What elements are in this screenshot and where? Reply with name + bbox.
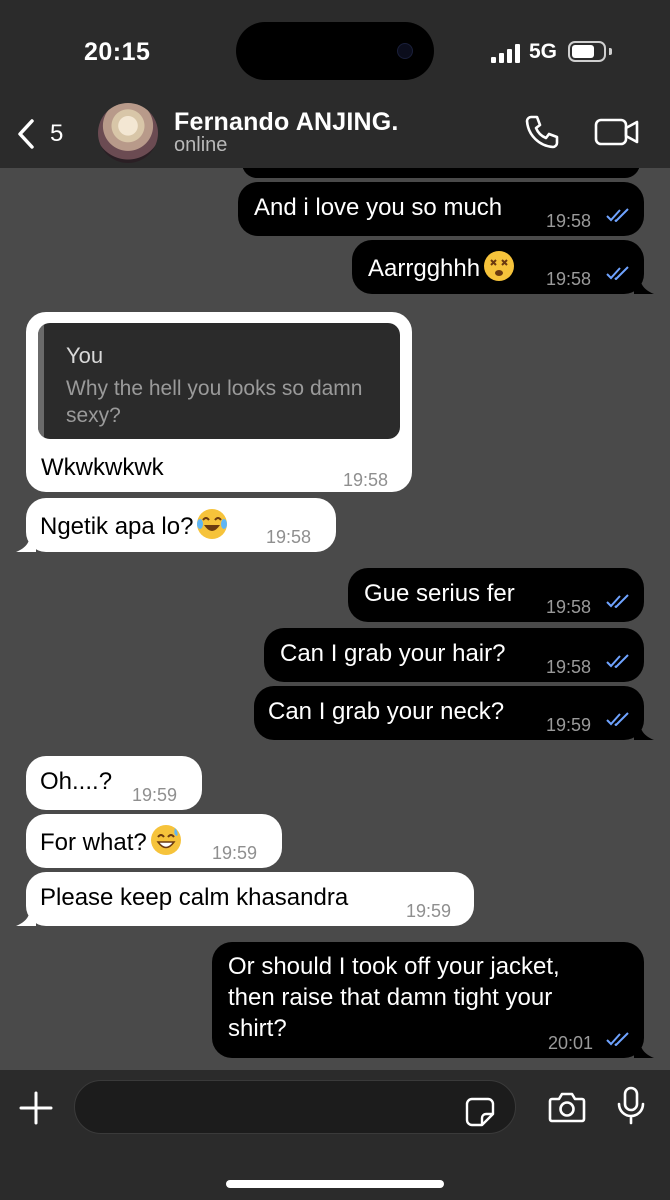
back-button[interactable]: 5 — [12, 114, 72, 154]
read-receipt-icon — [606, 266, 629, 280]
bubble-tail — [634, 1040, 654, 1058]
message-time: 19:58 — [546, 597, 592, 617]
message-bubble-incoming[interactable]: For what? 19:59 — [26, 814, 282, 868]
message-bubble-outgoing[interactable]: Or should I took off your jacket, then r… — [212, 942, 654, 1058]
quote-bar — [38, 323, 44, 439]
signal-icon — [491, 43, 523, 63]
message-text: Wkwkwkwk — [41, 454, 164, 481]
message-time: 19:58 — [266, 527, 312, 547]
network-type: 5G — [529, 40, 558, 63]
video-camera-icon — [594, 118, 639, 146]
avatar[interactable] — [98, 103, 158, 163]
voice-call-button[interactable] — [522, 112, 562, 152]
message-bubble-incoming[interactable]: You Why the hell you looks so damn sexy?… — [26, 312, 412, 492]
message-bubble-outgoing[interactable]: Aarrgghhh 19:58 — [352, 240, 654, 294]
message-text-line: shirt? — [228, 1015, 287, 1042]
bubble-tail — [16, 534, 36, 552]
front-camera — [397, 43, 413, 59]
message-time: 19:59 — [546, 715, 592, 735]
status-bar: 20:15 5G — [0, 0, 670, 100]
microphone-icon — [617, 1086, 645, 1125]
message-text: And i love you so much — [254, 194, 503, 221]
message-text-line: then raise that damn tight your — [228, 984, 553, 1011]
message-text: Please keep calm khasandra — [40, 884, 349, 911]
message-time: 19:58 — [546, 657, 592, 677]
message-text: Gue serius fer — [364, 580, 515, 607]
attach-button[interactable] — [18, 1090, 54, 1126]
tears-of-joy-emoji-icon — [197, 509, 228, 539]
video-call-button[interactable] — [594, 112, 640, 152]
bubble-tail — [16, 908, 36, 926]
message-bubble-outgoing[interactable]: Gue serius fer 19:58 — [348, 568, 644, 622]
message-time: 19:58 — [546, 269, 592, 289]
message-time: 19:59 — [406, 901, 452, 921]
contact-name[interactable]: Fernando ANJING. — [174, 108, 399, 137]
message-text: Oh....? — [40, 768, 113, 795]
dynamic-island — [236, 22, 434, 80]
contact-status: online — [174, 134, 228, 156]
message-list[interactable]: And i love you so much 19:58 Aarrgghhh 1… — [0, 168, 670, 1070]
camera-icon — [548, 1092, 586, 1123]
home-indicator[interactable] — [226, 1180, 444, 1188]
read-receipt-icon — [606, 654, 629, 668]
message-input[interactable] — [74, 1080, 516, 1134]
message-bubble-outgoing[interactable]: Can I grab your hair? 19:58 — [264, 628, 644, 682]
dizzy-face-emoji-icon — [484, 251, 515, 281]
message-text: Can I grab your hair? — [280, 640, 506, 667]
chat-header: 5 Fernando ANJING. online — [0, 100, 670, 168]
message-time: 20:01 — [548, 1033, 594, 1053]
message-text: Can I grab your neck? — [268, 698, 505, 725]
message-time: 19:59 — [132, 785, 178, 805]
camera-button[interactable] — [548, 1090, 586, 1124]
message-bubble-partial — [242, 168, 640, 178]
message-text: Ngetik apa lo? — [40, 509, 228, 542]
message-bubble-incoming[interactable]: Oh....? 19:59 — [26, 756, 202, 810]
message-bubble-outgoing[interactable]: Can I grab your neck? 19:59 — [254, 686, 654, 740]
message-text: For what? — [40, 825, 181, 858]
unread-count: 5 — [50, 120, 64, 147]
read-receipt-icon — [606, 1032, 629, 1046]
composer-bar — [0, 1070, 670, 1200]
status-time: 20:15 — [84, 38, 151, 66]
message-time: 19:59 — [212, 843, 258, 863]
battery-icon — [568, 41, 606, 62]
read-receipt-icon — [606, 712, 629, 726]
chevron-left-icon — [18, 119, 34, 149]
quoted-message[interactable]: You Why the hell you looks so damn sexy? — [38, 323, 400, 439]
message-time: 19:58 — [343, 470, 389, 490]
bubble-tail — [634, 276, 654, 294]
voice-message-button[interactable] — [616, 1086, 646, 1126]
message-text-line: Or should I took off your jacket, — [228, 953, 560, 980]
quoted-text: Why the hell you looks so damn sexy? — [66, 377, 363, 427]
message-bubble-incoming[interactable]: Please keep calm khasandra 19:59 — [16, 872, 474, 926]
sticker-button[interactable] — [464, 1096, 496, 1128]
quoted-author: You — [66, 343, 104, 368]
bubble-tail — [634, 722, 654, 740]
read-receipt-icon — [606, 594, 629, 608]
message-text: Aarrgghhh — [368, 251, 515, 284]
phone-icon — [525, 115, 559, 149]
battery-tip — [609, 48, 612, 55]
read-receipt-icon — [606, 208, 629, 222]
message-bubble-incoming[interactable]: Ngetik apa lo? 19:58 — [16, 498, 336, 552]
grinning-sweat-emoji-icon — [150, 825, 181, 855]
plus-icon — [19, 1091, 53, 1125]
message-time: 19:58 — [546, 211, 592, 231]
sticker-icon — [465, 1097, 495, 1127]
message-bubble-outgoing[interactable]: And i love you so much 19:58 — [238, 182, 644, 236]
